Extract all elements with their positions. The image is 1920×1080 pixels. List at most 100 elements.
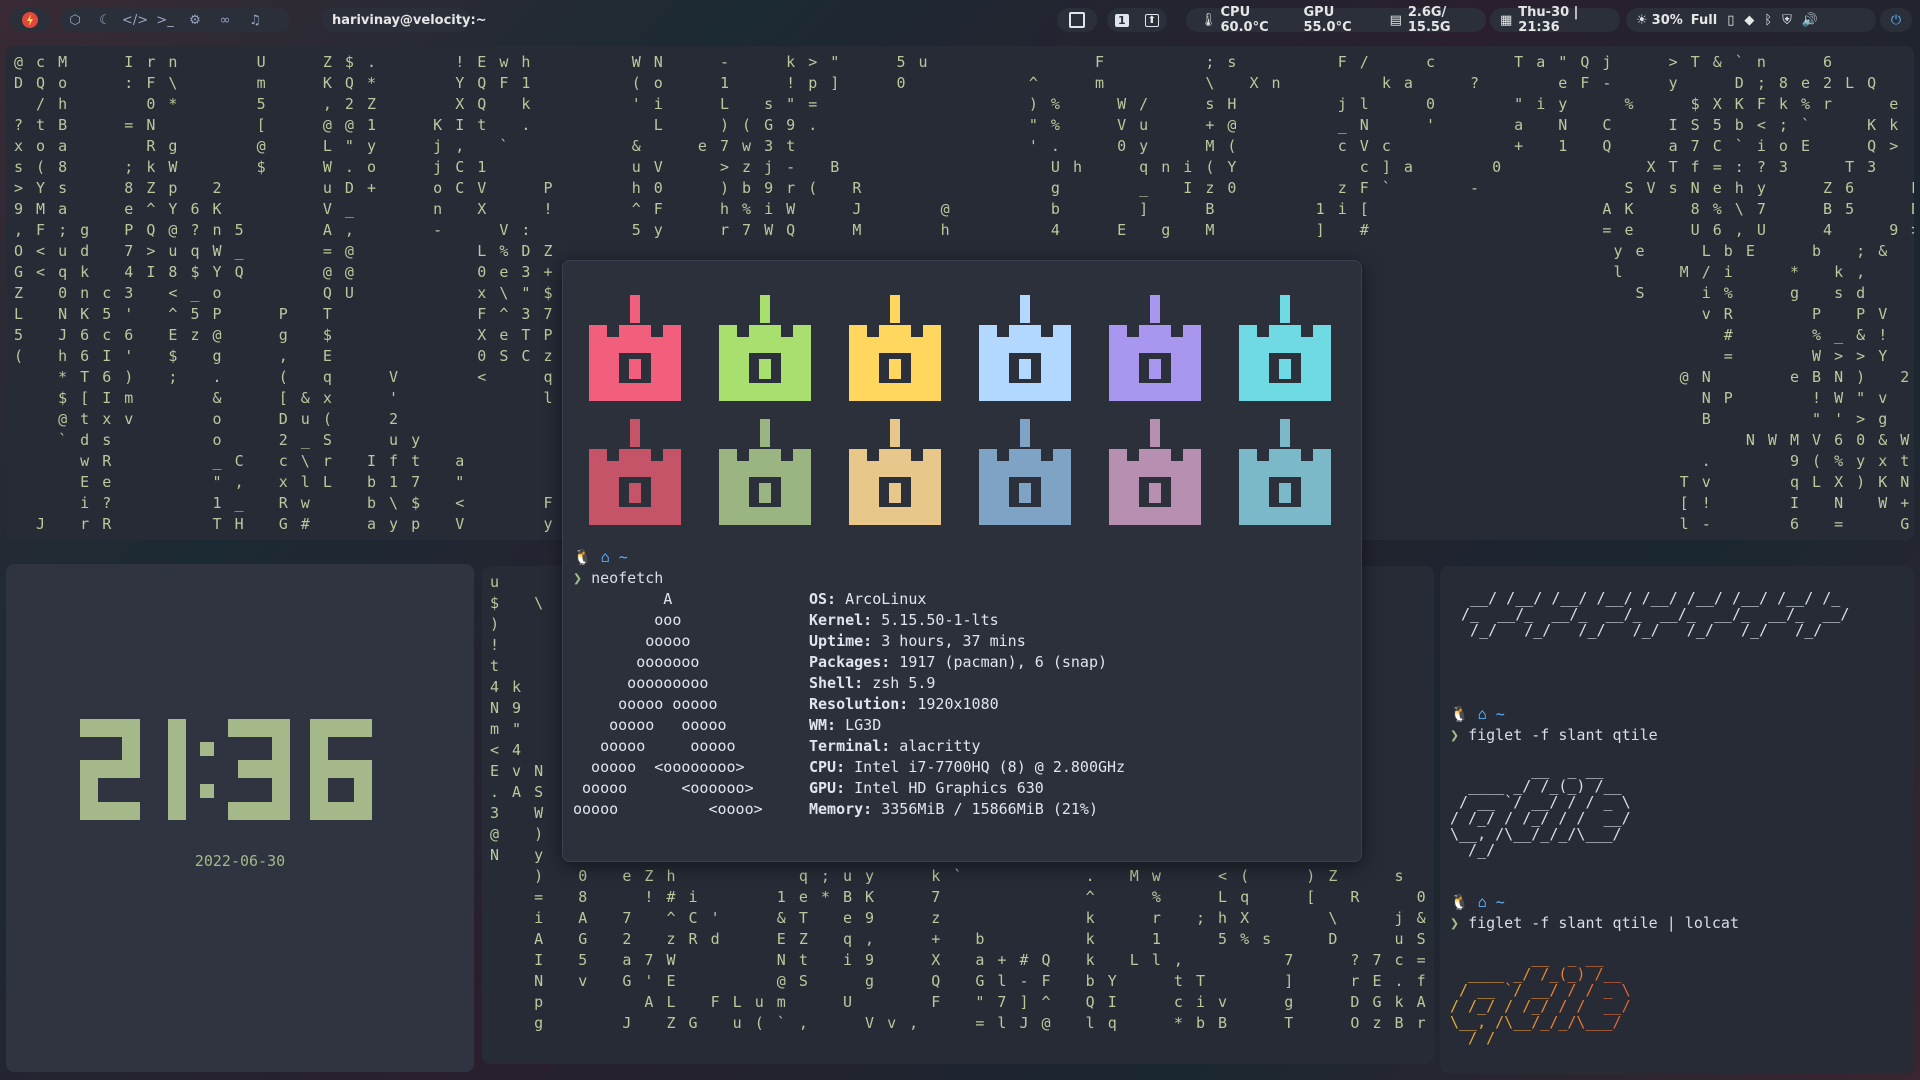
figlet-command-2: figlet -f slant qtile | lolcat [1468,914,1739,932]
prompt-dir: ~ [618,548,628,566]
info-row: WM: LG3D [809,715,1125,736]
bluetooth-icon[interactable]: ᛒ [1764,13,1772,28]
music-icon[interactable]: ♫ [246,11,264,29]
gear-icon[interactable]: ⚙ [186,11,204,29]
link-icon[interactable]: ∞ [216,11,234,29]
palette-swatch-icon [719,419,811,525]
figlet-header-art: __/ /__/ /__/ /__/ /__/ /__/ /__/ /__/ /… [1461,589,1850,639]
app-launcher-button[interactable] [10,8,50,32]
thermometer-icon: 🌡 [1200,12,1217,28]
shield-icon[interactable]: ⛨ [1782,13,1792,28]
gpu-temp: GPU 55.0°C [1303,5,1352,35]
info-row: Memory: 3356MiB / 15866MiB (21%) [809,799,1125,820]
palette-swatch-icon [589,419,681,525]
palette-swatch-icon [849,295,941,401]
prompt-line-2: 🐧 ⌂ ~ ❯ figlet -f slant qtile | lolcat [1450,892,1739,934]
system-info-list: OS: ArcoLinux Kernel: 5.15.50-1-lts Uptime… [809,589,1125,820]
moon-icon[interactable]: ☾ [96,11,114,29]
calendar-icon: ▦ [1500,12,1513,28]
info-row: Shell: zsh 5.9 [809,673,1125,694]
info-row: Uptime: 3 hours, 37 mins [809,631,1125,652]
palette-swatch-icon [1109,419,1201,525]
info-row: Terminal: alacritty [809,736,1125,757]
code-icon[interactable]: </> [122,11,148,29]
info-key: WM: [809,716,837,734]
info-key: Shell: [809,674,864,692]
power-icon: ⏻ [1890,12,1902,28]
info-row: Packages: 1917 (pacman), 6 (snap) [809,652,1125,673]
info-key: Terminal: [809,737,891,755]
info-row: OS: ArcoLinux [809,589,1125,610]
info-value: 3356MiB / 15866MiB (21%) [872,800,1098,818]
palette-swatch-icon [1239,419,1331,525]
info-value: 1920x1080 [908,695,999,713]
power-button[interactable]: ⏻ [1880,8,1912,32]
palette-swatch-icon [719,295,811,401]
figlet-command-1: figlet -f slant qtile [1468,726,1658,744]
prompt-line-1: 🐧 ⌂ ~ ❯ figlet -f slant qtile [1450,704,1658,746]
palette-swatch-icon [1239,295,1331,401]
palette-swatch-icon [1109,295,1201,401]
battery-icon[interactable]: ▯ [1727,13,1734,28]
info-value: 1917 (pacman), 6 (snap) [890,653,1108,671]
penguin-icon: 🐧 [573,548,592,566]
clock-pill[interactable]: ▦ Thu-30 | 21:36 [1490,5,1620,35]
info-key: Memory: [809,800,873,818]
info-value: Intel i7-7700HQ (8) @ 2.800GHz [845,758,1126,776]
arcolinux-logo: A ooo ooooo ooooooo ooooooooo ooooo oooo… [573,590,763,818]
workspace-indicator[interactable]: 1 ⬆ [1107,8,1167,32]
clock-date: 2022-06-30 [194,852,286,870]
info-value: 5.15.50-1-lts [872,611,999,629]
terminal-icon[interactable]: >_ [156,11,174,29]
cpu-temp: CPU 60.0°C [1220,5,1269,35]
layout-button[interactable] [1057,8,1097,32]
volume-icon[interactable]: 🔊 [1802,13,1818,28]
home-icon: ⌂ [1477,705,1487,723]
workspace-number: 1 [1114,13,1129,27]
clock-digits [80,719,372,820]
info-row: Kernel: 5.15.50-1-lts [809,610,1125,631]
palette-swatch-icon [979,295,1071,401]
figlet-output: __ _ __ ____ _/ /_(_) /__ / __ `/ __/ / … [1450,761,1631,859]
info-row: CPU: Intel i7-7700HQ (8) @ 2.800GHz [809,757,1125,778]
top-bar: ⬡ ☾ </> >_ ⚙ ∞ ♫ harivinay@velocity:~ 1 … [0,0,1920,40]
window-title-pill: harivinay@velocity:~ [322,8,487,32]
status-icons: ☀ 30% Full ▯ ◆ ᛒ ⛨ 🔊 [1626,8,1876,32]
info-key: CPU: [809,758,846,776]
info-key: Uptime: [809,632,873,650]
home-icon: ⌂ [600,548,610,566]
info-key: GPU: [809,779,846,797]
system-stats: 🌡 CPU 60.0°C GPU 55.0°C ▤ 2.6G/ 15.5G [1186,5,1486,35]
neofetch-command: neofetch [591,569,664,587]
palette-swatch-icon [589,295,681,401]
layout-icon [1069,12,1085,28]
battery-status: Full [1690,12,1718,28]
palette-swatch-icon [979,419,1071,525]
penguin-icon: 🐧 [1450,893,1469,911]
home-icon: ⌂ [1477,893,1487,911]
datetime: Thu-30 | 21:36 [1518,5,1579,35]
grid-icon[interactable]: ⬡ [66,11,84,29]
prompt-arrow: ❯ [1450,914,1460,932]
info-value: Intel HD Graphics 630 [845,779,1044,797]
info-value: alacritty [890,737,981,755]
neofetch-window[interactable]: 🐧 ⌂ ~ ❯ neofetch A ooo ooooo ooooooo ooo… [562,260,1362,862]
info-row: Resolution: 1920x1080 [809,694,1125,715]
wifi-icon[interactable]: ◆ [1744,13,1754,28]
figlet-window[interactable]: __/ /__/ /__/ /__/ /__/ /__/ /__/ /__/ /… [1440,566,1914,1074]
prompt-dir: ~ [1495,893,1505,911]
prompt-arrow: ❯ [573,569,583,587]
info-value: ArcoLinux [836,590,927,608]
neofetch-prompt: 🐧 ⌂ ~ ❯ neofetch [573,547,663,589]
info-value: LG3D [836,716,882,734]
workspace-group: ⬡ ☾ </> >_ ⚙ ∞ ♫ [60,8,290,32]
info-value: 3 hours, 37 mins [872,632,1026,650]
window-count-icon: ⬆ [1144,13,1159,27]
prompt-dir: ~ [1495,705,1505,723]
clock-window[interactable]: 2022-06-30 [6,564,474,1072]
window-title: harivinay@velocity:~ [332,12,487,28]
app-logo-icon [22,12,38,28]
prompt-arrow: ❯ [1450,726,1460,744]
brightness-icon[interactable]: ☀ [1636,13,1648,28]
info-value: zsh 5.9 [863,674,936,692]
